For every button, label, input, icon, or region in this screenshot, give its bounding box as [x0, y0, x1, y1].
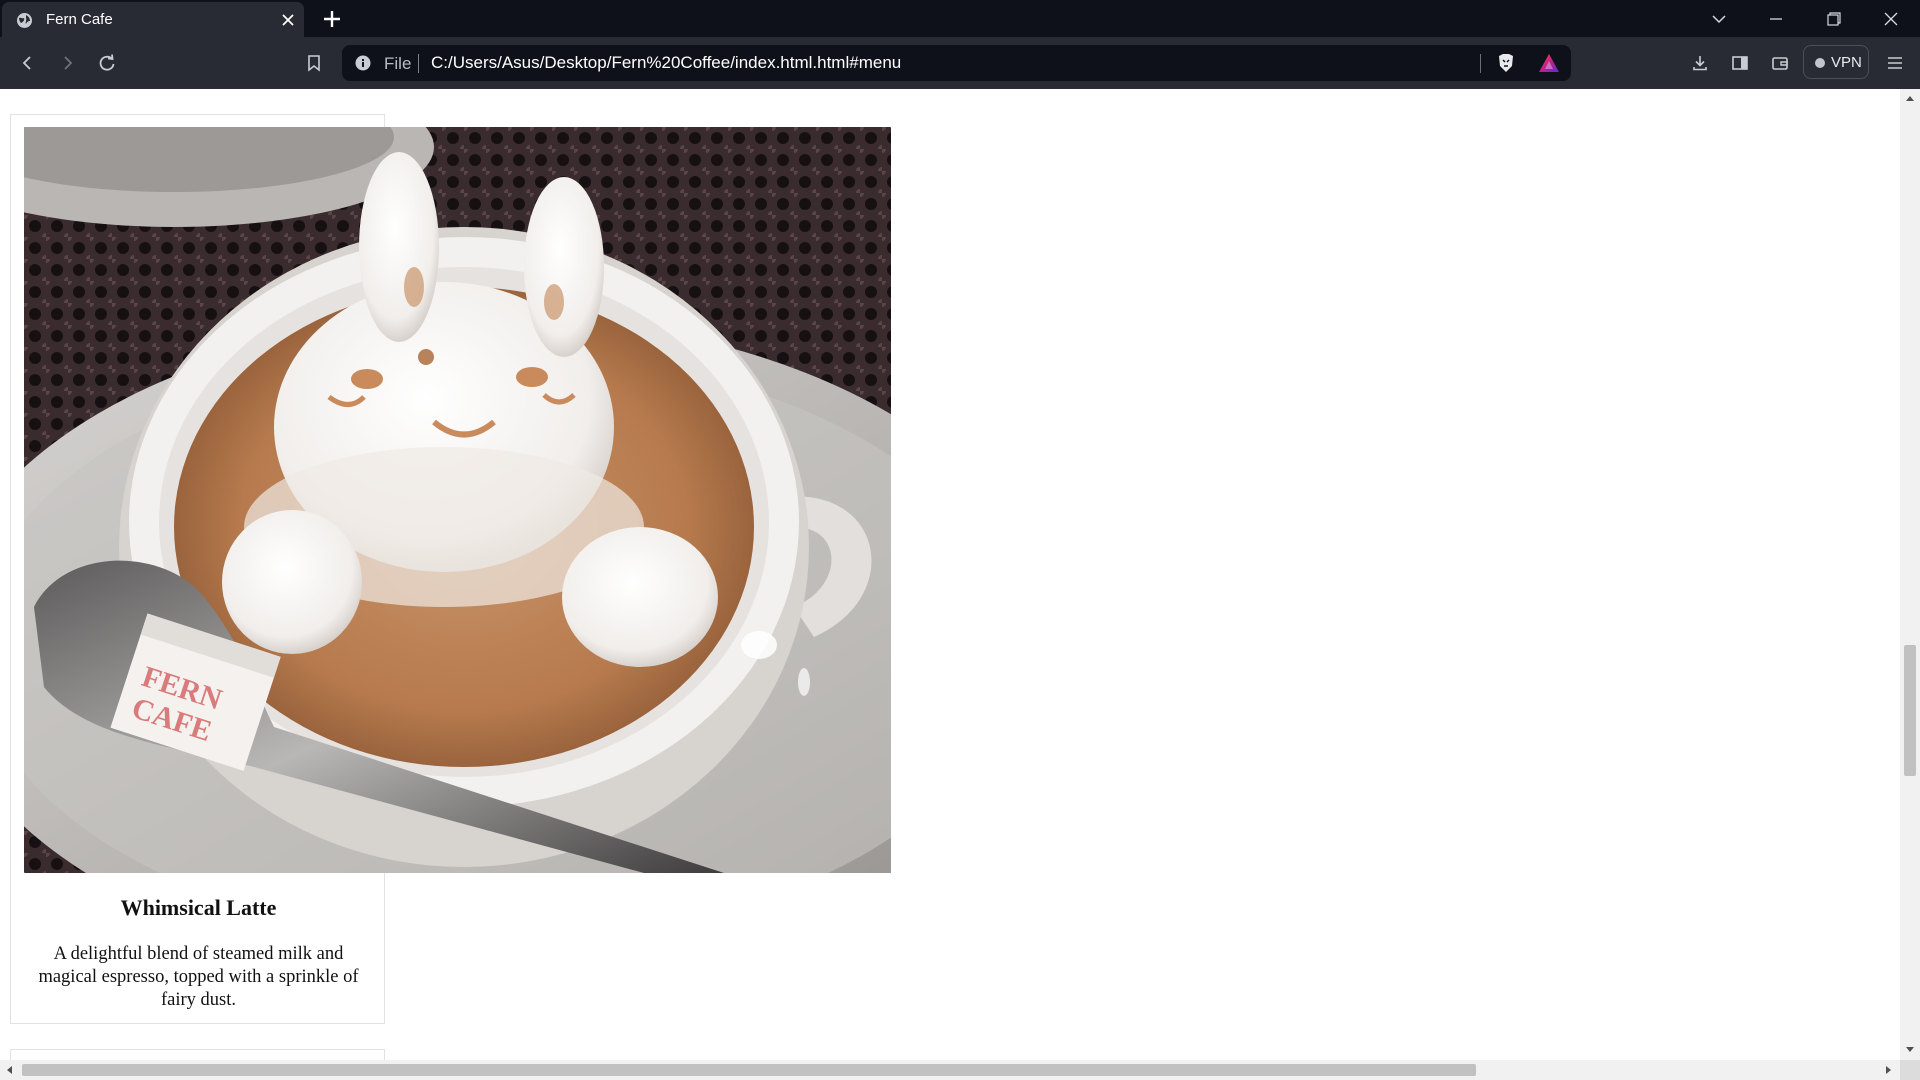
chevron-down-icon[interactable]	[1701, 6, 1737, 32]
brave-rewards-button[interactable]	[1537, 52, 1561, 74]
url-scheme-label: File	[384, 54, 412, 73]
close-icon[interactable]	[280, 12, 296, 28]
triangle-rewards-icon	[1539, 54, 1559, 72]
reload-button[interactable]	[92, 48, 122, 78]
horizontal-scroll-thumb[interactable]	[22, 1064, 1476, 1076]
vpn-button[interactable]: VPN	[1803, 45, 1869, 79]
main-menu-button[interactable]	[1880, 48, 1910, 78]
next-menu-item-card	[10, 1049, 385, 1060]
bookmark-button[interactable]	[299, 48, 329, 78]
forward-button[interactable]	[52, 48, 82, 78]
back-button[interactable]	[13, 48, 43, 78]
vertical-scrollbar[interactable]	[1900, 89, 1920, 1060]
download-icon	[1693, 56, 1707, 71]
close-window-icon[interactable]	[1873, 6, 1909, 32]
address-bar[interactable]: File C:/Users/Asus/Desktop/Fern%20Coffee…	[342, 45, 1571, 81]
lion-shield-icon	[1499, 54, 1513, 72]
wallet-button[interactable]	[1765, 48, 1795, 78]
reload-icon	[99, 54, 115, 71]
horizontal-scrollbar[interactable]	[0, 1060, 1900, 1080]
tab-strip: Fern Cafe	[0, 0, 1920, 37]
url-text[interactable]: C:/Users/Asus/Desktop/Fern%20Coffee/inde…	[431, 53, 901, 73]
scroll-left-arrow-icon[interactable]	[2, 1060, 18, 1080]
omnibox-divider	[1480, 54, 1481, 73]
url-separator	[418, 54, 419, 73]
info-icon[interactable]	[355, 55, 371, 71]
plus-icon[interactable]	[321, 8, 343, 30]
restore-icon[interactable]	[1815, 6, 1851, 32]
browser-toolbar: File C:/Users/Asus/Desktop/Fern%20Coffee…	[0, 37, 1920, 89]
page-viewport: Whimsical Latte A delightful blend of st…	[0, 89, 1900, 1060]
browser-tab[interactable]: Fern Cafe	[2, 2, 304, 37]
latte-art-illustration: FERN CAFE	[24, 127, 891, 873]
vpn-status-icon	[1815, 58, 1825, 68]
brave-shields-button[interactable]	[1495, 52, 1517, 74]
minimize-icon[interactable]	[1758, 6, 1794, 32]
hamburger-menu-icon	[1888, 57, 1902, 69]
scroll-up-arrow-icon[interactable]	[1900, 91, 1920, 107]
downloads-button[interactable]	[1685, 48, 1715, 78]
sidebar-icon	[1732, 56, 1748, 70]
menu-item-description: A delightful blend of steamed milk and m…	[38, 944, 359, 1010]
vertical-scroll-thumb[interactable]	[1904, 645, 1916, 776]
vpn-label: VPN	[1831, 54, 1862, 71]
scroll-right-arrow-icon[interactable]	[1880, 1060, 1896, 1080]
tab-title: Fern Cafe	[46, 11, 113, 28]
globe-icon	[17, 13, 32, 28]
bookmark-icon	[308, 55, 320, 72]
scroll-down-arrow-icon[interactable]	[1900, 1041, 1920, 1057]
scrollbar-corner	[1900, 1060, 1920, 1080]
back-arrow-icon	[22, 56, 31, 70]
menu-item-title: Whimsical Latte	[120, 895, 277, 920]
sidebar-button[interactable]	[1725, 48, 1755, 78]
wallet-icon	[1772, 57, 1788, 70]
latte-art-bunny-photo: FERN CAFE	[24, 127, 891, 873]
forward-arrow-icon	[64, 56, 73, 70]
